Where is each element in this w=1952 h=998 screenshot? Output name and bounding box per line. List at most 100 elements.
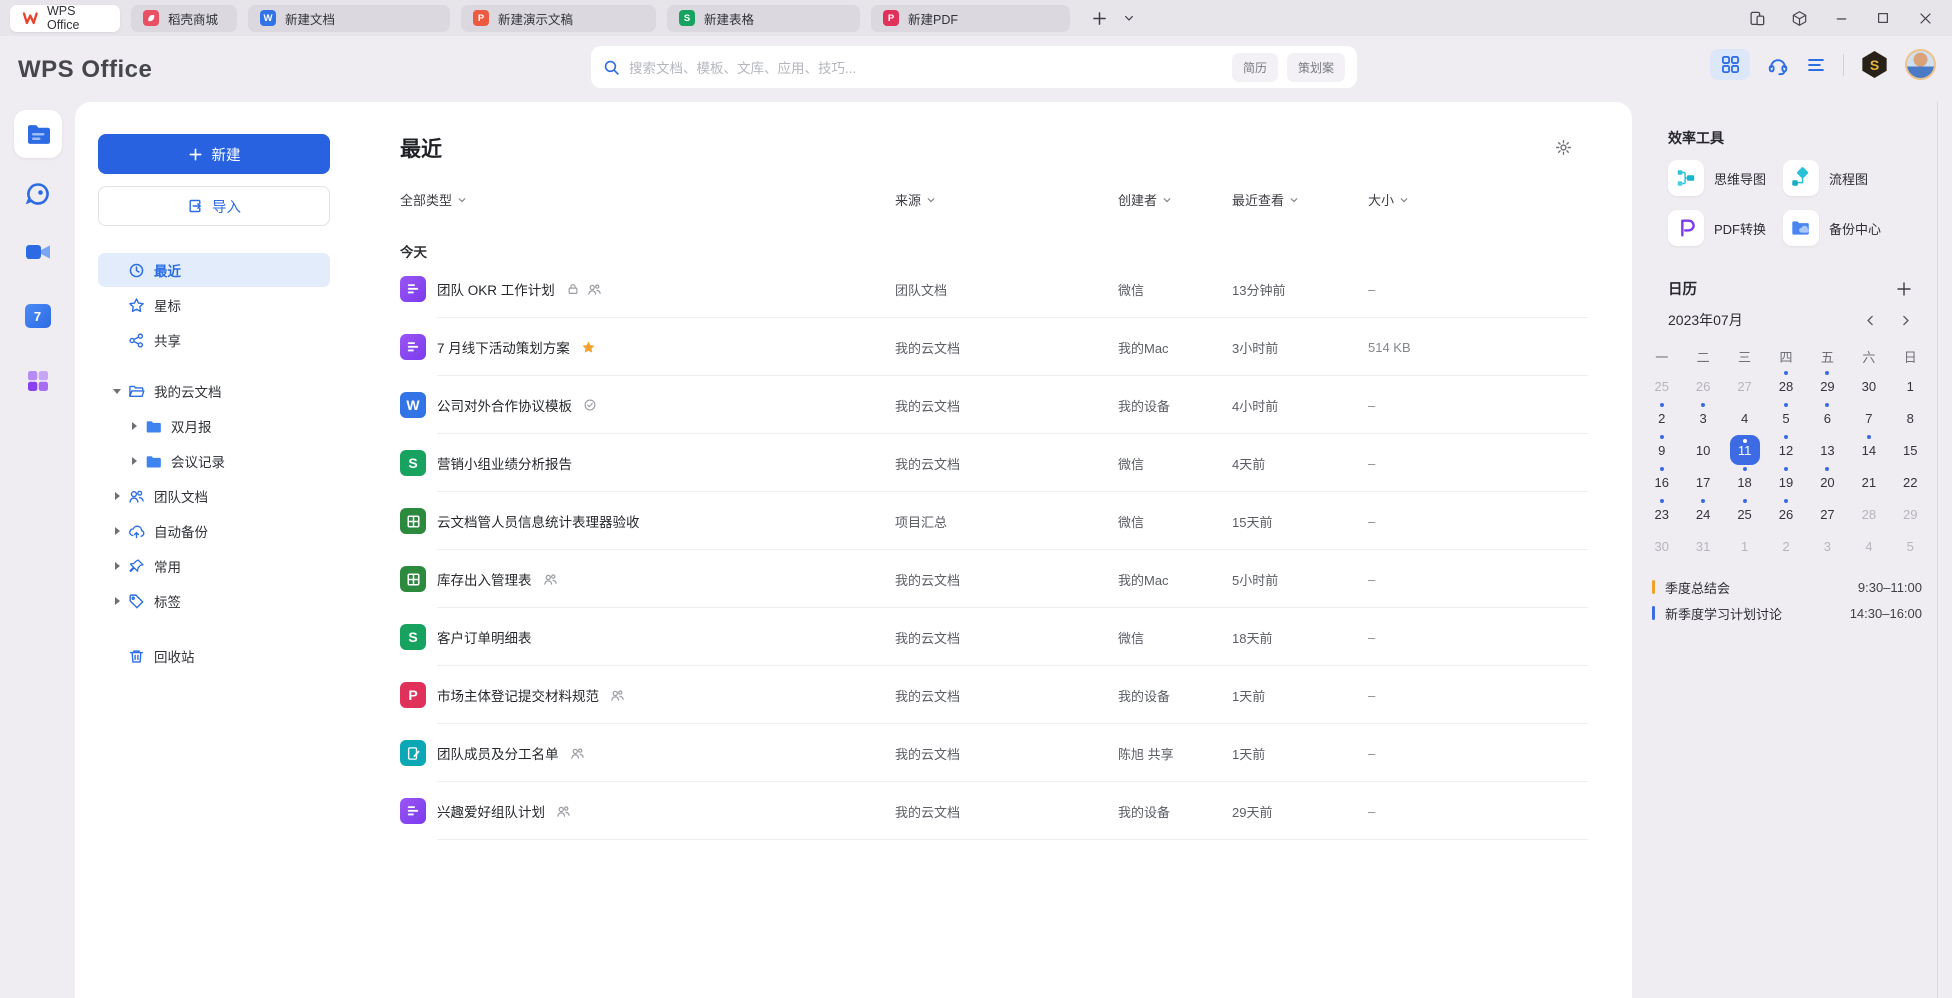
calendar-day[interactable]: 5: [1890, 530, 1931, 562]
membership-badge-icon[interactable]: S: [1861, 51, 1888, 78]
avatar[interactable]: [1905, 49, 1936, 80]
calendar-day[interactable]: 1: [1724, 530, 1765, 562]
calendar-day[interactable]: 12: [1765, 434, 1806, 466]
calendar-day[interactable]: 7: [1848, 402, 1889, 434]
support-headset-button[interactable]: [1767, 54, 1789, 76]
calendar-day[interactable]: 2: [1765, 530, 1806, 562]
file-row[interactable]: W 公司对外合作协议模板 我的云文档 我的设备 4小时前 –: [400, 376, 1588, 434]
sidebar-tree-item-5[interactable]: 常用: [98, 549, 330, 583]
file-row[interactable]: 团队 OKR 工作计划 团队文档 微信 13分钟前 –: [400, 260, 1588, 318]
calendar-day[interactable]: 15: [1890, 434, 1931, 466]
calendar-day[interactable]: 3: [1682, 402, 1723, 434]
filter-1[interactable]: 来源: [895, 190, 1118, 209]
rail-item-apps[interactable]: [25, 368, 51, 394]
rail-item-calendar[interactable]: 7: [25, 304, 51, 328]
calendar-day[interactable]: 24: [1682, 498, 1723, 530]
calendar-day[interactable]: 17: [1682, 466, 1723, 498]
tab-list-chevron-icon[interactable]: [1123, 12, 1135, 24]
chevron-right-icon[interactable]: [106, 562, 128, 570]
sidebar-tree-item-1[interactable]: 双月报: [98, 409, 330, 443]
calendar-day[interactable]: 3: [1807, 530, 1848, 562]
calendar-day[interactable]: 4: [1724, 402, 1765, 434]
calendar-prev-icon[interactable]: [1864, 314, 1877, 327]
tab-wps[interactable]: WPS Office: [10, 5, 120, 32]
calendar-day[interactable]: 31: [1682, 530, 1723, 562]
calendar-day[interactable]: 10: [1682, 434, 1723, 466]
calendar-day[interactable]: 20: [1807, 466, 1848, 498]
calendar-day[interactable]: 2: [1641, 402, 1682, 434]
calendar-day[interactable]: 1: [1890, 370, 1931, 402]
sidebar-tree-item-0[interactable]: 我的云文档: [98, 374, 330, 408]
calendar-next-icon[interactable]: [1899, 314, 1912, 327]
chevron-right-icon[interactable]: [106, 492, 128, 500]
maximize-button[interactable]: [1874, 9, 1892, 27]
chevron-right-icon[interactable]: [123, 457, 145, 465]
calendar-day[interactable]: 16: [1641, 466, 1682, 498]
chevron-right-icon[interactable]: [106, 527, 128, 535]
chevron-right-icon[interactable]: [106, 597, 128, 605]
new-document-button[interactable]: 新建: [98, 134, 330, 174]
tool-2[interactable]: PDF转换: [1668, 210, 1783, 246]
rail-item-documents[interactable]: [14, 110, 62, 158]
calendar-day[interactable]: 5: [1765, 402, 1806, 434]
calendar-day[interactable]: 21: [1848, 466, 1889, 498]
tool-0[interactable]: 思维导图: [1668, 160, 1783, 196]
tab-docer[interactable]: 稻壳商城: [131, 5, 237, 32]
file-row[interactable]: P 市场主体登记提交材料规范 我的云文档 我的设备 1天前 –: [400, 666, 1588, 724]
file-row[interactable]: S 营销小组业绩分析报告 我的云文档 微信 4天前 –: [400, 434, 1588, 492]
sidebar-tree-item-3[interactable]: 团队文档: [98, 479, 330, 513]
sidebar-tree-item-6[interactable]: 标签: [98, 584, 330, 618]
calendar-day[interactable]: 27: [1807, 498, 1848, 530]
chevron-right-icon[interactable]: [123, 422, 145, 430]
calendar-day[interactable]: 4: [1848, 530, 1889, 562]
chevron-down-icon[interactable]: [106, 389, 128, 394]
new-tab-button[interactable]: [1092, 11, 1107, 26]
file-row[interactable]: 库存出入管理表 我的云文档 我的Mac 5小时前 –: [400, 550, 1588, 608]
calendar-day[interactable]: 29: [1807, 370, 1848, 402]
filter-0[interactable]: 全部类型: [400, 190, 895, 209]
close-button[interactable]: [1916, 9, 1934, 27]
calendar-day[interactable]: 30: [1641, 530, 1682, 562]
calendar-day[interactable]: 14: [1848, 434, 1889, 466]
calendar-day[interactable]: 23: [1641, 498, 1682, 530]
calendar-day-selected[interactable]: 11: [1724, 434, 1765, 466]
filter-3[interactable]: 最近查看: [1232, 190, 1368, 209]
file-row[interactable]: S 客户订单明细表 我的云文档 微信 18天前 –: [400, 608, 1588, 666]
sidebar-tree-item-2[interactable]: 会议记录: [98, 444, 330, 478]
file-row[interactable]: 兴趣爱好组队计划 我的云文档 我的设备 29天前 –: [400, 782, 1588, 840]
calendar-day[interactable]: 28: [1848, 498, 1889, 530]
apps-grid-button[interactable]: [1710, 49, 1750, 80]
calendar-day[interactable]: 26: [1765, 498, 1806, 530]
calendar-day[interactable]: 27: [1724, 370, 1765, 402]
tab-slides[interactable]: P 新建演示文稿: [461, 5, 656, 32]
calendar-day[interactable]: 19: [1765, 466, 1806, 498]
sidebar-item-0[interactable]: 最近: [98, 253, 330, 287]
sidebar-tree-item-4[interactable]: 自动备份: [98, 514, 330, 548]
global-search-input[interactable]: 搜索文档、模板、文库、应用、技巧... 简历策划案: [591, 46, 1357, 88]
search-tag-chip[interactable]: 策划案: [1287, 53, 1345, 82]
rail-item-chat[interactable]: [24, 180, 52, 208]
tab-pdf[interactable]: P 新建PDF: [871, 5, 1070, 32]
sidebar-item-2[interactable]: 共享: [98, 323, 330, 357]
calendar-day[interactable]: 9: [1641, 434, 1682, 466]
calendar-day[interactable]: 8: [1890, 402, 1931, 434]
calendar-day[interactable]: 13: [1807, 434, 1848, 466]
calendar-day[interactable]: 6: [1807, 402, 1848, 434]
file-row[interactable]: 云文档管人员信息统计表理器验收 项目汇总 微信 15天前 –: [400, 492, 1588, 550]
tab-sheets[interactable]: S 新建表格: [667, 5, 860, 32]
calendar-day[interactable]: 30: [1848, 370, 1889, 402]
device-button[interactable]: [1748, 9, 1766, 27]
menu-button[interactable]: [1806, 55, 1826, 75]
calendar-add-icon[interactable]: [1896, 281, 1912, 297]
file-row[interactable]: 团队成员及分工名单 我的云文档 陈旭 共享 1天前 –: [400, 724, 1588, 782]
search-tag-chip[interactable]: 简历: [1232, 53, 1278, 82]
calendar-day[interactable]: 25: [1641, 370, 1682, 402]
calendar-day[interactable]: 18: [1724, 466, 1765, 498]
calendar-day[interactable]: 22: [1890, 466, 1931, 498]
tab-writer[interactable]: W 新建文档: [248, 5, 450, 32]
calendar-day[interactable]: 25: [1724, 498, 1765, 530]
calendar-day[interactable]: 28: [1765, 370, 1806, 402]
calendar-day[interactable]: 26: [1682, 370, 1723, 402]
rail-item-meeting[interactable]: [24, 240, 52, 264]
tool-1[interactable]: 流程图: [1783, 160, 1898, 196]
